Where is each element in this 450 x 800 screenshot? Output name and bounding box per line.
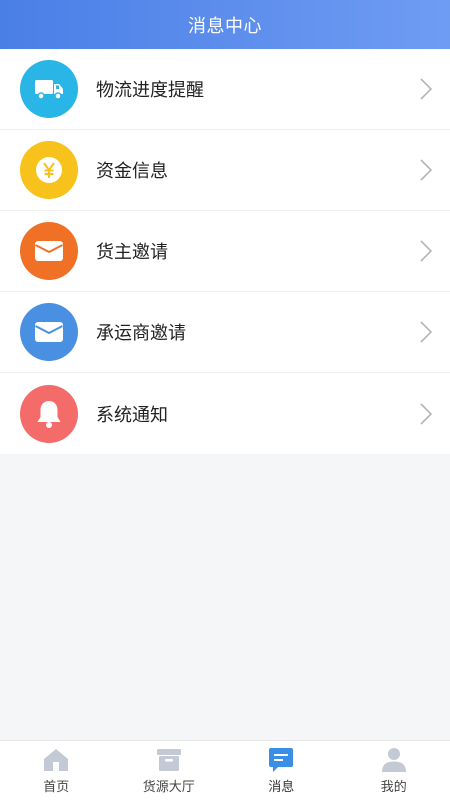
chevron-right-icon <box>418 239 434 263</box>
chevron-right-icon <box>418 320 434 344</box>
system-notice-icon-badge <box>20 384 78 443</box>
tab-label: 我的 <box>380 779 407 795</box>
tab-mine[interactable]: 我的 <box>338 741 450 800</box>
envelope-icon <box>35 322 63 342</box>
tab-label: 货源大厅 <box>142 779 195 795</box>
shipper-invite-icon-badge <box>20 222 78 280</box>
fund-icon-badge <box>20 141 78 199</box>
yen-icon <box>36 157 62 183</box>
header-bar: 消息中心 <box>0 0 450 49</box>
chevron-right-icon <box>418 158 434 182</box>
chevron-right-icon <box>418 77 434 101</box>
tab-label: 首页 <box>43 779 70 795</box>
envelope-icon <box>35 241 63 261</box>
truck-icon <box>35 80 63 100</box>
page-title: 消息中心 <box>188 15 262 37</box>
tab-home[interactable]: 首页 <box>0 741 113 800</box>
list-item-system-notice[interactable]: 系统通知 <box>0 373 450 454</box>
list-item-fund-info[interactable]: 资金信息 <box>0 130 450 211</box>
archive-box-icon <box>156 747 182 773</box>
list-item-label: 承运商邀请 <box>96 323 186 344</box>
list-item-label: 资金信息 <box>96 161 168 182</box>
bell-icon <box>37 400 61 428</box>
tab-label: 消息 <box>268 779 295 795</box>
app-screen: 消息中心 物流进度提醒 资金信息 货主邀请 承运商邀请 系统通知 首页 货源大厅… <box>0 0 450 800</box>
list-item-shipper-invitation[interactable]: 货主邀请 <box>0 211 450 292</box>
tab-messages[interactable]: 消息 <box>225 741 338 800</box>
user-icon <box>381 747 407 773</box>
chevron-right-icon <box>418 402 434 426</box>
list-item-label: 货主邀请 <box>96 242 168 263</box>
list-item-label: 物流进度提醒 <box>96 80 204 101</box>
list-item-carrier-invitation[interactable]: 承运商邀请 <box>0 292 450 373</box>
message-category-list: 物流进度提醒 资金信息 货主邀请 承运商邀请 系统通知 <box>0 49 450 454</box>
message-icon <box>268 747 294 773</box>
logistics-icon-badge <box>20 60 78 118</box>
carrier-invite-icon-badge <box>20 303 78 361</box>
tab-cargo-hall[interactable]: 货源大厅 <box>113 741 226 800</box>
list-item-logistics-progress[interactable]: 物流进度提醒 <box>0 49 450 130</box>
bottom-tab-bar: 首页 货源大厅 消息 我的 <box>0 740 450 800</box>
list-item-label: 系统通知 <box>96 404 168 426</box>
home-icon <box>43 747 69 773</box>
